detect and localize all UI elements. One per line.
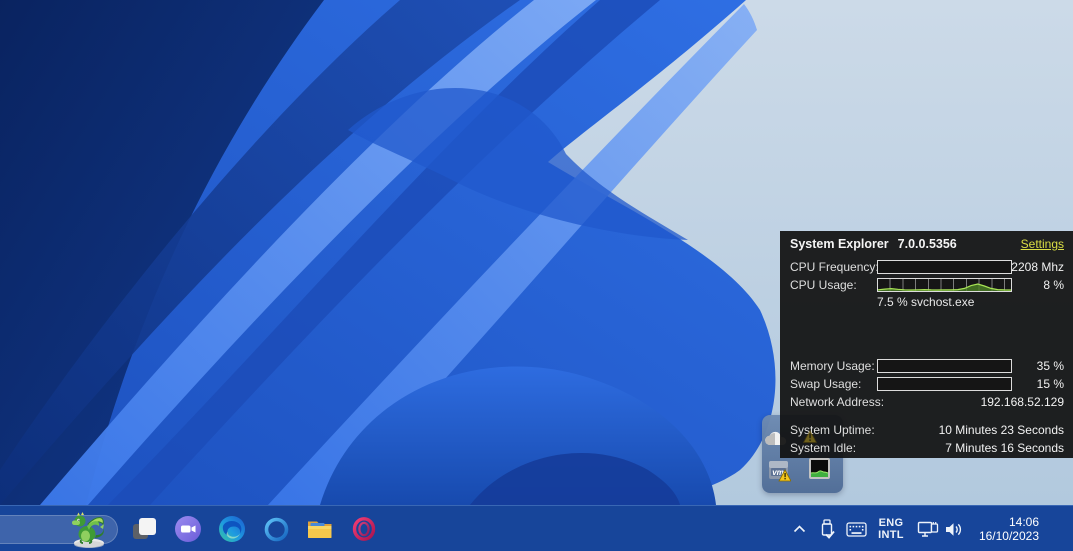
opera-ring-app-button[interactable] xyxy=(344,509,384,549)
chevron-up-icon xyxy=(793,525,806,533)
swap-usage-row: Swap Usage: 15 % xyxy=(780,376,1073,392)
system-idle-label: System Idle: xyxy=(790,441,856,455)
memory-usage-value: 35 % xyxy=(1037,359,1064,373)
search-highlight-dragon-icon[interactable] xyxy=(64,509,112,549)
ethernet-network-icon xyxy=(917,520,939,539)
task-view-button[interactable] xyxy=(124,509,164,549)
cpu-frequency-row: CPU Frequency: 2208 Mhz xyxy=(780,259,1073,275)
edge-browser-button[interactable] xyxy=(212,509,252,549)
system-idle-value: 7 Minutes 16 Seconds xyxy=(945,441,1064,455)
swap-usage-value: 15 % xyxy=(1037,377,1064,391)
hidden-tray-warning-icon[interactable] xyxy=(803,430,817,443)
speaker-icon xyxy=(944,521,963,538)
clock[interactable]: 14:06 16/10/2023 xyxy=(979,512,1039,546)
network-address-value: 192.168.52.129 xyxy=(981,395,1064,409)
swap-usage-bar xyxy=(877,377,1012,391)
blue-ring-app-button[interactable] xyxy=(256,509,296,549)
memory-usage-label: Memory Usage: xyxy=(790,359,875,373)
swap-usage-label: Swap Usage: xyxy=(790,377,861,391)
language-line1: ENG xyxy=(879,517,904,529)
cpu-frequency-bar xyxy=(877,260,1012,274)
language-line2: INTL xyxy=(878,529,904,541)
safely-remove-hardware-button[interactable] xyxy=(814,512,840,546)
task-view-icon xyxy=(131,516,158,543)
file-explorer-icon xyxy=(305,515,335,543)
cpu-usage-graph xyxy=(877,278,1012,292)
system-uptime-value: 10 Minutes 23 Seconds xyxy=(939,423,1064,437)
show-hidden-icons-button[interactable] xyxy=(787,512,811,546)
opera-ring-icon xyxy=(350,515,378,543)
system-explorer-tray-icon[interactable] xyxy=(808,457,831,480)
blue-ring-icon xyxy=(263,516,290,543)
settings-link[interactable]: Settings xyxy=(1021,237,1064,251)
system-explorer-panel: System Explorer 7.0.0.5356 Settings CPU F… xyxy=(780,231,1073,458)
app-version: 7.0.0.5356 xyxy=(898,237,957,251)
network-status-button[interactable] xyxy=(914,512,942,546)
chat-video-icon xyxy=(174,515,202,543)
taskbar: ENG INTL 14:06 16/10/2023 6 xyxy=(0,505,1073,551)
touch-keyboard-button[interactable] xyxy=(842,512,870,546)
cpu-frequency-label: CPU Frequency: xyxy=(790,260,879,274)
usb-check-icon xyxy=(818,519,836,540)
language-indicator[interactable]: ENG INTL xyxy=(872,512,910,546)
cpu-usage-row: CPU Usage: 8 % xyxy=(780,277,1073,293)
keyboard-icon xyxy=(846,522,867,537)
file-explorer-button[interactable] xyxy=(300,509,340,549)
panel-title: System Explorer 7.0.0.5356 xyxy=(790,237,957,251)
network-address-label: Network Address: xyxy=(790,395,884,409)
desktop: vm System Explorer 7.0.0.5356 Settings CP… xyxy=(0,0,1073,551)
network-address-row: Network Address: 192.168.52.129 xyxy=(780,394,1073,410)
volume-button[interactable] xyxy=(940,512,966,546)
system-idle-row: System Idle: 7 Minutes 16 Seconds xyxy=(780,440,1073,456)
vmware-tools-icon[interactable]: vm xyxy=(768,459,791,482)
app-name: System Explorer xyxy=(790,237,889,251)
cpu-usage-label: CPU Usage: xyxy=(790,278,857,292)
system-uptime-row: System Uptime: 10 Minutes 23 Seconds xyxy=(780,422,1073,438)
edge-icon xyxy=(218,515,246,543)
date-text: 16/10/2023 xyxy=(979,529,1039,543)
cpu-frequency-value: 2208 Mhz xyxy=(1011,260,1064,274)
time-text: 14:06 xyxy=(979,515,1039,529)
memory-usage-row: Memory Usage: 35 % xyxy=(780,358,1073,374)
chat-button[interactable] xyxy=(168,509,208,549)
top-process-text: 7.5 % svchost.exe xyxy=(877,295,974,309)
cpu-usage-value: 8 % xyxy=(1043,278,1064,292)
memory-usage-bar xyxy=(877,359,1012,373)
